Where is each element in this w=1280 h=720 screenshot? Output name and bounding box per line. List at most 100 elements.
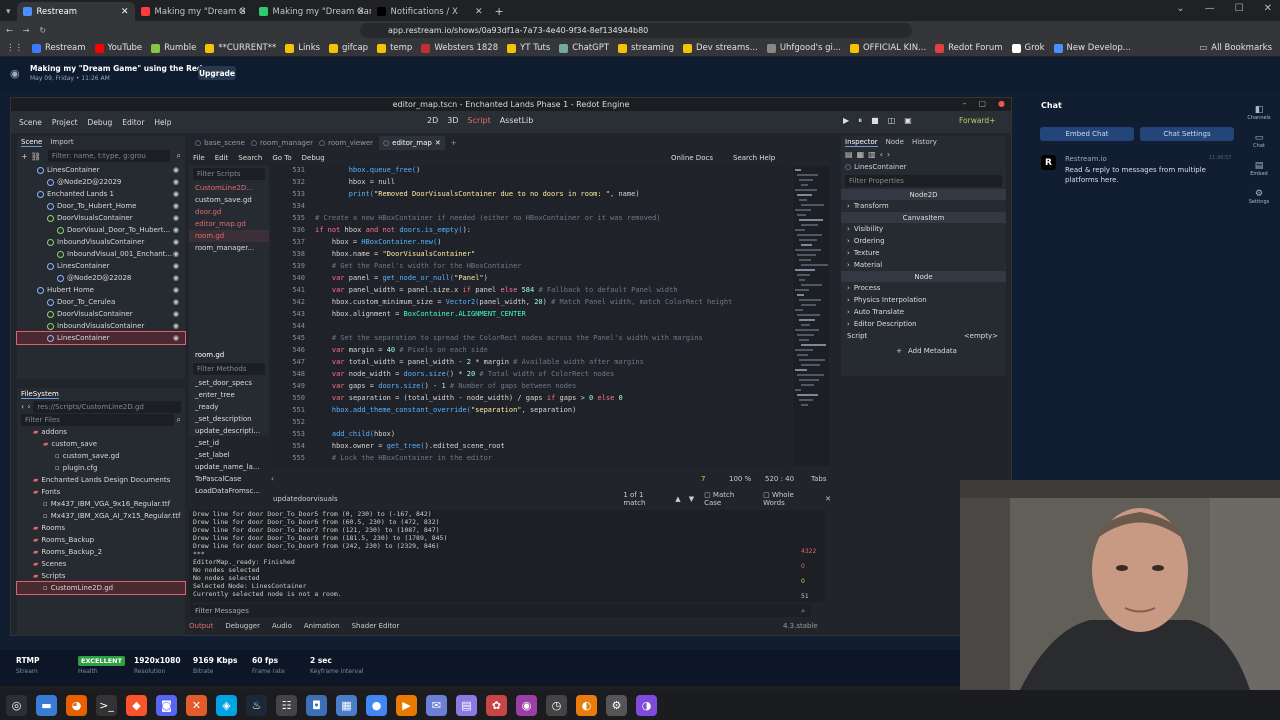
error-toggle-count[interactable]: 0 <box>801 563 825 570</box>
pause-icon[interactable]: ⏸ <box>858 116 862 126</box>
bottom-tab-shader-editor[interactable]: Shader Editor <box>352 622 400 630</box>
workspace-script[interactable]: Script <box>468 116 491 125</box>
script-list-item[interactable]: room_manager... <box>189 242 269 254</box>
chat-settings-button[interactable]: Chat Settings <box>1140 127 1234 141</box>
bottom-tab-output[interactable]: Output <box>189 622 213 630</box>
side-nav-chat[interactable]: ▭ Chat <box>1240 133 1278 149</box>
code-line[interactable]: 531 hbox.queue_free() <box>271 166 791 178</box>
forward-icon[interactable]: → <box>23 26 30 35</box>
browser-tab[interactable]: Making my "Dream Gam ✕ <box>253 2 371 21</box>
inspector-section[interactable]: › Physics Interpolation <box>841 294 1006 306</box>
file-tree-item[interactable]: ▰ addons <box>17 426 185 438</box>
back-icon[interactable]: ← <box>6 26 13 35</box>
scene-tree-item[interactable]: Enchanted Lands 1 ◉ <box>17 188 185 200</box>
scene-tree-item[interactable]: Door_To_Hubert_Home ◉ <box>17 200 185 212</box>
scene-tree-item[interactable]: DoorVisualsContainer ◉ <box>17 308 185 320</box>
method-list-item[interactable]: ToPascalCase <box>189 473 269 485</box>
file-manager-icon[interactable]: ▬ <box>36 694 57 716</box>
history-back-icon[interactable]: ‹ <box>880 150 883 159</box>
new-resource-icon[interactable]: ▤ <box>845 150 853 159</box>
close-icon[interactable]: ✕ <box>825 495 831 503</box>
bottom-tab-debugger[interactable]: Debugger <box>225 622 260 630</box>
bookmark-item[interactable]: Websters 1828 <box>421 43 498 53</box>
visibility-icon[interactable]: ◉ <box>173 286 179 294</box>
link-icon[interactable]: ⛓ <box>31 152 41 161</box>
browser-window-controls[interactable]: ⌄ — ☐ ✕ <box>1176 3 1272 14</box>
visibility-icon[interactable]: ◉ <box>173 202 179 210</box>
firefox-icon[interactable]: ◕ <box>66 694 87 716</box>
code-line[interactable]: 541 var panel_width = panel.size.x if pa… <box>271 286 791 298</box>
scene-tree-item[interactable]: LinesContainer ◉ <box>17 164 185 176</box>
restream-logo-icon[interactable]: ◉ <box>10 67 20 80</box>
file-tree-item[interactable]: ▰ custom_save <box>17 438 185 450</box>
script-list-item[interactable]: room.gd <box>189 230 269 242</box>
whole-words-checkbox[interactable]: ▢ Whole Words <box>763 491 817 507</box>
scene-tree-item[interactable]: LinesContainer ◉ <box>16 331 186 345</box>
error-count[interactable]: 4322 <box>801 548 825 555</box>
filter-properties-input[interactable]: Filter Properties <box>845 175 1002 187</box>
bookmark-item[interactable]: **CURRENT** <box>205 43 276 53</box>
inspector-section[interactable]: › Material <box>841 259 1006 271</box>
close-icon[interactable]: ✕ <box>475 7 483 17</box>
open-icon[interactable]: ▦ <box>857 150 865 159</box>
upgrade-button[interactable]: Upgrade <box>198 66 236 80</box>
code-line[interactable]: 535 # Create a new HBoxContainer if neede… <box>271 214 791 226</box>
bookmark-item[interactable]: Dev streams... <box>682 43 758 53</box>
visibility-icon[interactable]: ◉ <box>173 238 179 246</box>
close-icon[interactable]: ✕ <box>357 7 365 17</box>
new-tab-icon[interactable]: + <box>495 5 504 18</box>
filesystem-filter-input[interactable]: Filter Files <box>21 413 174 426</box>
scene-tab[interactable]: ○ base_scene <box>195 139 245 147</box>
scene-tree-item[interactable]: InboundVisual_001_Enchant... ◉ <box>17 248 185 260</box>
script-list-item[interactable]: door.gd <box>189 206 269 218</box>
inspector-section[interactable]: › Auto Translate <box>841 306 1006 318</box>
find-input[interactable]: updatedoorvisuals <box>273 495 609 503</box>
bottom-tab-audio[interactable]: Audio <box>272 622 292 630</box>
visibility-icon[interactable]: ◉ <box>173 250 179 258</box>
obs-icon[interactable]: ◉ <box>516 694 537 716</box>
tab-node[interactable]: Node <box>886 138 904 146</box>
filesystem-title[interactable]: FileSystem <box>21 390 59 399</box>
inspector-section[interactable]: › Editor Description <box>841 318 1006 330</box>
close-icon[interactable]: ✕ <box>239 7 247 17</box>
bookmark-item[interactable]: Redot Forum <box>935 43 1003 53</box>
online-docs-button[interactable]: Online Docs <box>671 154 713 162</box>
close-icon[interactable]: ● <box>998 99 1005 108</box>
browser-icon[interactable]: ● <box>366 694 387 716</box>
side-nav-settings[interactable]: ⚙ Settings <box>1240 189 1278 205</box>
scene-filter-input[interactable]: Filter: name, t:type, g:grou <box>47 150 170 162</box>
filter-scripts-input[interactable]: Filter Scripts <box>193 168 265 180</box>
file-tree-item[interactable]: ▰ Fonts <box>17 486 185 498</box>
next-match-icon[interactable]: ▼ <box>689 495 694 503</box>
file-tree-item[interactable]: ▰ Enchanted Lands Design Documents <box>17 474 185 486</box>
workspace-3d[interactable]: 3D <box>447 116 458 125</box>
all-bookmarks[interactable]: ▭ All Bookmarks <box>1199 43 1272 53</box>
file-tree-item[interactable]: ▫ plugin.cfg <box>17 462 185 474</box>
inspected-node-name[interactable]: LinesContainer <box>854 163 906 171</box>
notes-icon[interactable]: ▦ <box>336 694 357 716</box>
steam-icon[interactable]: ✕ <box>186 694 207 716</box>
indent-mode[interactable]: Tabs <box>811 475 827 483</box>
bookmark-item[interactable]: New Develop... <box>1053 43 1131 53</box>
code-line[interactable]: 532 hbox = null <box>271 178 791 190</box>
tab-search-icon[interactable]: ▾ <box>6 7 11 17</box>
code-line[interactable]: 540 var panel = get_node_or_null("Panel"… <box>271 274 791 286</box>
bookmark-item[interactable]: Rumble <box>151 43 196 53</box>
code-minimap[interactable] <box>793 166 829 466</box>
add-metadata-button[interactable]: + Add Metadata <box>841 345 1006 357</box>
scene-tree-item[interactable]: Door_To_Cerulea ◉ <box>17 296 185 308</box>
discord-icon[interactable]: ◙ <box>156 694 177 716</box>
stop-icon[interactable]: ■ <box>871 116 879 126</box>
filter-messages-input[interactable]: Filter Messages ⌕ <box>191 605 811 617</box>
code-editor[interactable]: 531 hbox.queue_free() 532 hbox = null 533 … <box>271 166 791 466</box>
minimize-icon[interactable]: – <box>962 99 966 108</box>
editor-icon[interactable]: ▤ <box>456 694 477 716</box>
tab-history[interactable]: History <box>912 138 937 146</box>
file-tree-item[interactable]: ▰ Rooms <box>17 522 185 534</box>
inspector-section[interactable]: › Ordering <box>841 235 1006 247</box>
embed-chat-button[interactable]: Embed Chat <box>1040 127 1134 141</box>
script-list-item[interactable]: editor_map.gd <box>189 218 269 230</box>
bookmark-item[interactable]: Uhfgood's gi... <box>766 43 841 53</box>
method-list-item[interactable]: _set_id <box>189 437 269 449</box>
bookmark-item[interactable]: Grok <box>1011 43 1045 53</box>
